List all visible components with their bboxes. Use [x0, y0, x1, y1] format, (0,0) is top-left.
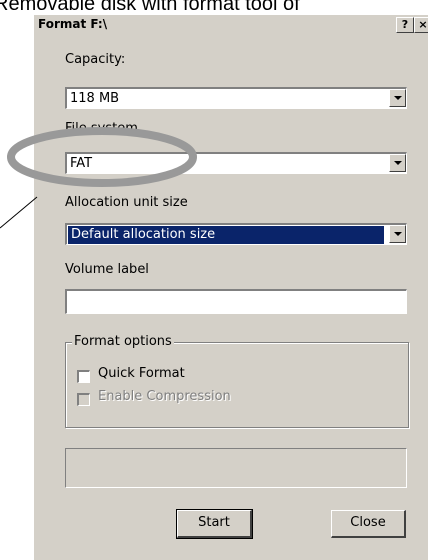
- help-button[interactable]: ?: [396, 17, 414, 33]
- format-dialog: Format F:\ ? × Capacity: 118 MB File sys…: [33, 15, 428, 560]
- title-bar: Format F:\ ? ×: [34, 15, 428, 35]
- allocation-value: Default allocation size: [68, 226, 384, 244]
- callout-line: [0, 196, 38, 229]
- volume-label: Volume label: [65, 262, 149, 277]
- capacity-select[interactable]: 118 MB: [65, 87, 407, 109]
- file-system-value: FAT: [70, 156, 93, 171]
- allocation-label: Allocation unit size: [65, 195, 188, 210]
- format-options-label: Format options: [72, 334, 174, 349]
- capacity-value: 118 MB: [70, 91, 120, 106]
- enable-compression-label: Enable Compression: [98, 389, 231, 404]
- start-button[interactable]: Start: [176, 509, 253, 539]
- close-button[interactable]: Close: [331, 510, 406, 538]
- chevron-down-icon[interactable]: [389, 154, 406, 172]
- chevron-down-icon[interactable]: [389, 89, 406, 107]
- quick-format-label[interactable]: Quick Format: [98, 366, 185, 381]
- capacity-label: Capacity:: [65, 52, 126, 67]
- quick-format-checkbox[interactable]: [77, 370, 90, 383]
- chevron-down-icon[interactable]: [389, 225, 406, 243]
- format-options-group: Format options Quick Format Enable Compr…: [65, 334, 409, 428]
- caption-text: Removable disk with format tool of: [0, 0, 300, 15]
- progress-bar: [65, 448, 407, 488]
- close-title-button[interactable]: ×: [414, 17, 428, 33]
- dialog-title: Format F:\: [38, 17, 108, 31]
- allocation-select[interactable]: Default allocation size: [65, 223, 407, 245]
- file-system-select[interactable]: FAT: [65, 152, 407, 174]
- enable-compression-checkbox: [77, 393, 90, 406]
- file-system-label: File system: [65, 121, 138, 136]
- volume-label-input[interactable]: [65, 289, 407, 314]
